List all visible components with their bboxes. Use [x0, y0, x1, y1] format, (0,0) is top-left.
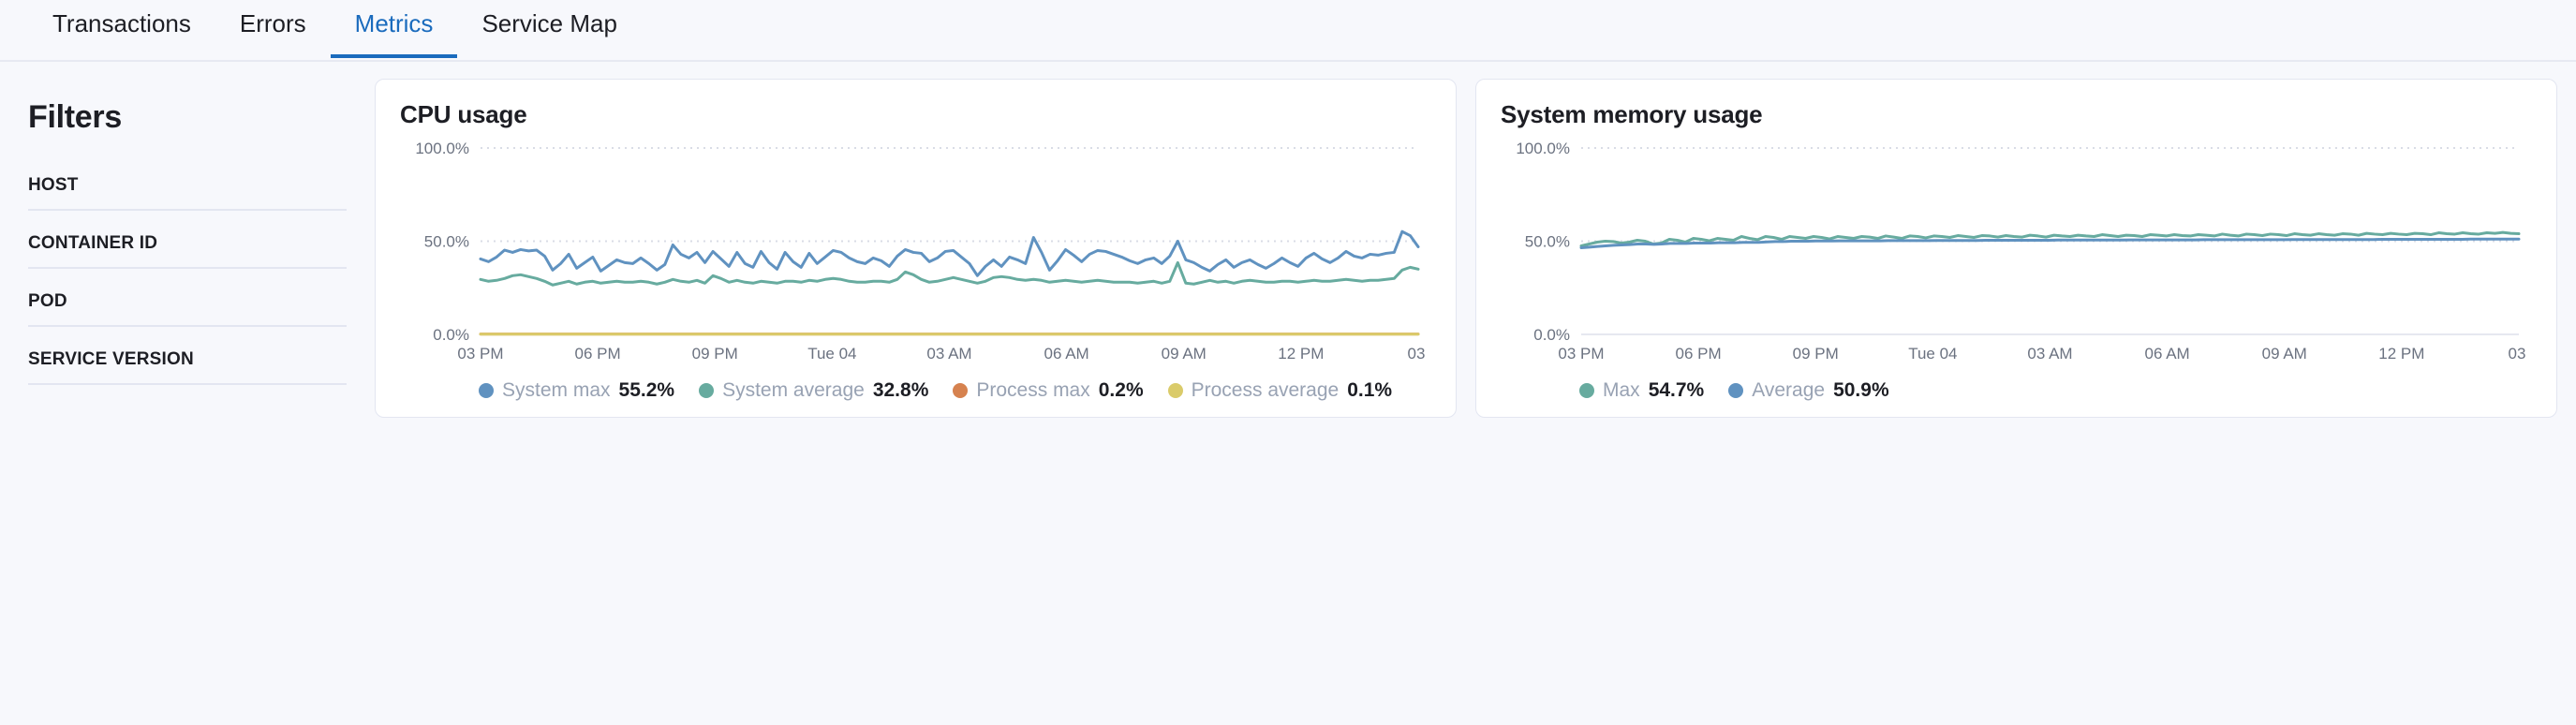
- x-axis-tick-label: 06 PM: [1676, 345, 1722, 362]
- tab-label: Metrics: [355, 9, 434, 37]
- legend-color-dot-icon: [953, 383, 968, 398]
- chart-title: CPU usage: [400, 100, 1431, 129]
- metrics-charts: CPU usage 100.0%50.0%0.0%03 PM06 PM09 PM…: [375, 62, 2576, 418]
- legend-label: Max: [1603, 379, 1640, 402]
- filters-sidebar: Filters HOST CONTAINER ID POD SERVICE VE…: [0, 62, 375, 418]
- x-axis-tick-label: 03 PM: [1558, 345, 1604, 362]
- legend-item[interactable]: Average 50.9%: [1728, 379, 1888, 402]
- x-axis-tick-label: 09 AM: [1162, 345, 1207, 362]
- x-axis-tick-label: 12 PM: [1278, 345, 1324, 362]
- legend-item[interactable]: System max 55.2%: [479, 379, 674, 402]
- legend-item[interactable]: Process max 0.2%: [953, 379, 1143, 402]
- legend-item[interactable]: Process average 0.1%: [1168, 379, 1392, 402]
- y-axis-tick-label: 100.0%: [1516, 140, 1570, 157]
- y-axis-tick-label: 0.0%: [433, 326, 469, 344]
- legend-label: Process max: [976, 379, 1089, 402]
- y-axis-tick-label: 50.0%: [1525, 233, 1570, 251]
- filters-title: Filters: [28, 99, 347, 136]
- x-axis-tick-label: 12 PM: [2378, 345, 2424, 362]
- legend-label: System average: [722, 379, 865, 402]
- tab-label: Transactions: [52, 9, 191, 37]
- legend-color-dot-icon: [1168, 383, 1183, 398]
- system-memory-usage-chart[interactable]: 100.0% 50.0% 0.0%03 PM 06 PM 09 PM Tue 04 03 A…: [1501, 137, 2532, 372]
- legend-value: 55.2%: [619, 379, 675, 402]
- x-axis-tick-label: 09 AM: [2262, 345, 2307, 362]
- card-cpu-usage: CPU usage 100.0% 50.0% 0.0%03 PM 06 PM 09 PM…: [375, 79, 1457, 418]
- apm-metrics-page: Transactions Errors Metrics Service Map …: [0, 0, 2576, 725]
- tab-errors[interactable]: Errors: [215, 0, 331, 56]
- y-axis-tick-label: 100.0%: [415, 140, 469, 157]
- filter-container-id[interactable]: CONTAINER ID: [28, 233, 347, 269]
- service-tabs: Transactions Errors Metrics Service Map: [0, 0, 2576, 62]
- series-line: [1581, 239, 2519, 247]
- tab-metrics[interactable]: Metrics: [331, 0, 458, 56]
- x-axis-tick-label: 03: [2509, 345, 2526, 362]
- legend-value: 0.1%: [1347, 379, 1392, 402]
- x-axis-tick-label: 03 PM: [457, 345, 503, 362]
- tab-label: Service Map: [481, 9, 617, 37]
- x-axis-tick-label: 06 AM: [2145, 345, 2190, 362]
- tab-transactions[interactable]: Transactions: [28, 0, 215, 56]
- legend-value: 32.8%: [873, 379, 929, 402]
- filter-host[interactable]: HOST: [28, 175, 347, 211]
- x-axis-tick-label: 06 AM: [1044, 345, 1089, 362]
- chart-svg: 100.0% 50.0% 0.0%03 PM 06 PM 09 PM Tue 04 03 A…: [1501, 137, 2532, 372]
- legend-label: System max: [502, 379, 611, 402]
- x-axis-tick-label: Tue 04: [807, 345, 856, 362]
- chart-svg: 100.0% 50.0% 0.0%03 PM 06 PM 09 PM Tue 04 03 A…: [400, 137, 1431, 372]
- legend-label: Process average: [1192, 379, 1340, 402]
- tab-service-map[interactable]: Service Map: [457, 0, 642, 56]
- series-line: [481, 231, 1418, 275]
- chart-title: System memory usage: [1501, 100, 2532, 129]
- filter-pod[interactable]: POD: [28, 291, 347, 327]
- x-axis-tick-label: 03: [1408, 345, 1426, 362]
- x-axis-tick-label: 03 AM: [926, 345, 971, 362]
- series-line: [481, 262, 1418, 285]
- legend-item[interactable]: System average 32.8%: [699, 379, 928, 402]
- y-axis-tick-label: 50.0%: [424, 233, 469, 251]
- x-axis-tick-label: 06 PM: [575, 345, 621, 362]
- legend-color-dot-icon: [1579, 383, 1594, 398]
- system-memory-usage-legend: Max 54.7% Average 50.9%: [1501, 372, 2532, 407]
- tab-label: Errors: [240, 9, 306, 37]
- legend-item[interactable]: Max 54.7%: [1579, 379, 1704, 402]
- legend-color-dot-icon: [1728, 383, 1743, 398]
- x-axis-tick-label: 03 AM: [2027, 345, 2072, 362]
- x-axis-tick-label: 09 PM: [692, 345, 738, 362]
- x-axis-tick-label: 09 PM: [1793, 345, 1839, 362]
- cpu-usage-legend: System max 55.2% System average 32.8% Proces…: [400, 372, 1431, 407]
- legend-value: 54.7%: [1649, 379, 1705, 402]
- legend-color-dot-icon: [699, 383, 714, 398]
- legend-label: Average: [1752, 379, 1825, 402]
- page-content: Filters HOST CONTAINER ID POD SERVICE VE…: [0, 62, 2576, 418]
- y-axis-tick-label: 0.0%: [1533, 326, 1570, 344]
- x-axis-tick-label: Tue 04: [1908, 345, 1957, 362]
- filter-service-version[interactable]: SERVICE VERSION: [28, 349, 347, 385]
- card-system-memory-usage: System memory usage 100.0% 50.0% 0.0%03 PM…: [1475, 79, 2557, 418]
- legend-value: 50.9%: [1833, 379, 1889, 402]
- legend-value: 0.2%: [1099, 379, 1144, 402]
- cpu-usage-chart[interactable]: 100.0% 50.0% 0.0%03 PM 06 PM 09 PM Tue 04 03 A…: [400, 137, 1431, 372]
- legend-color-dot-icon: [479, 383, 494, 398]
